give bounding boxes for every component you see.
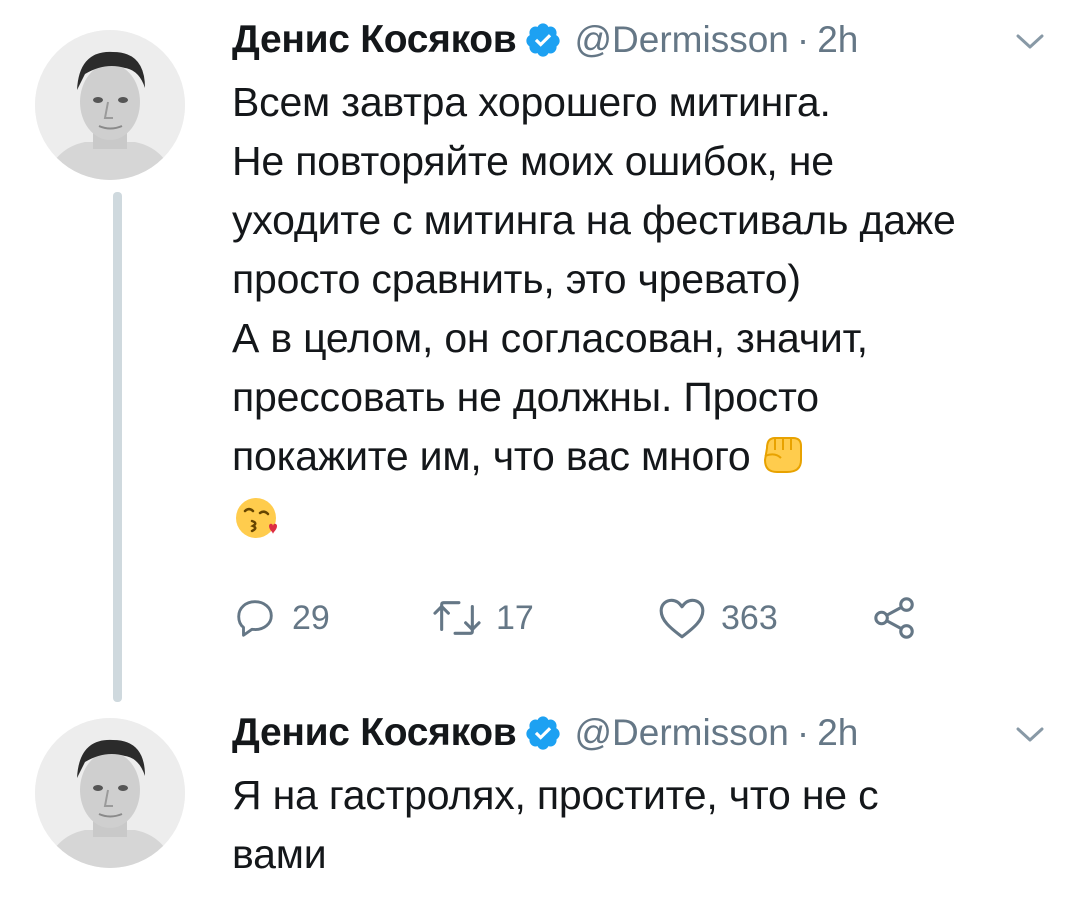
like-button[interactable]: 363 — [657, 593, 778, 643]
timestamp[interactable]: 2h — [817, 19, 858, 61]
share-button[interactable] — [872, 593, 918, 643]
tweet-text-line: покажите им, что вас много — [232, 433, 751, 479]
retweet-icon — [433, 601, 481, 635]
separator: · — [796, 712, 810, 753]
tweet-text-line: Я на гастролях, простите, что не с — [232, 772, 879, 818]
tweet-emoji-line — [232, 492, 956, 559]
chevron-down-icon[interactable] — [1015, 32, 1045, 52]
heart-icon — [659, 598, 705, 639]
avatar[interactable] — [35, 30, 185, 180]
separator: · — [796, 19, 810, 60]
tweet-text-line: А в целом, он согласован, значит, — [232, 315, 868, 361]
tweet-header: Денис Косяков @Dermisson · 2h — [232, 708, 858, 758]
author-handle[interactable]: @Dermisson — [574, 712, 788, 754]
verified-badge-icon — [524, 714, 562, 752]
timestamp[interactable]: 2h — [817, 712, 858, 754]
tweet-text-line-with-emoji: покажите им, что вас много — [232, 427, 956, 492]
chevron-down-icon[interactable] — [1015, 725, 1045, 745]
raised-fist-emoji-icon — [757, 430, 807, 492]
thread-connector-line — [113, 192, 122, 702]
tweet-text-line: уходите с митинга на фестиваль даже — [232, 197, 956, 243]
reply-count: 29 — [292, 598, 330, 637]
share-icon — [874, 597, 914, 639]
face-blowing-a-kiss-emoji-icon — [232, 493, 282, 559]
like-count: 363 — [721, 598, 778, 637]
reply-button[interactable]: 29 — [232, 593, 330, 643]
tweet-text: Всем завтра хорошего митинга. Не повторя… — [232, 73, 956, 559]
verified-badge-icon — [524, 21, 562, 59]
tweet-thread: Денис Косяков @Dermisson · 2h Всем завтр… — [0, 0, 1080, 906]
tweet-text-line: Не повторяйте моих ошибок, не — [232, 138, 834, 184]
avatar[interactable] — [35, 718, 185, 868]
tweet-actions: 29 17 363 — [232, 593, 932, 643]
tweet-header: Денис Косяков @Dermisson · 2h — [232, 15, 858, 65]
tweet-text-line: Всем завтра хорошего митинга. — [232, 79, 831, 125]
reply-icon — [237, 600, 273, 637]
author-name[interactable]: Денис Косяков — [232, 18, 517, 62]
author-handle[interactable]: @Dermisson — [574, 19, 788, 61]
tweet-text-line: просто сравнить, это чревато) — [232, 256, 801, 302]
retweet-count: 17 — [496, 598, 534, 637]
tweet-text-line: вами — [232, 831, 327, 877]
tweet-text: Я на гастролях, простите, что не с вами — [232, 766, 879, 884]
author-name[interactable]: Денис Косяков — [232, 711, 517, 755]
tweet-text-line: прессовать не должны. Просто — [232, 374, 819, 420]
retweet-button[interactable]: 17 — [432, 593, 534, 643]
